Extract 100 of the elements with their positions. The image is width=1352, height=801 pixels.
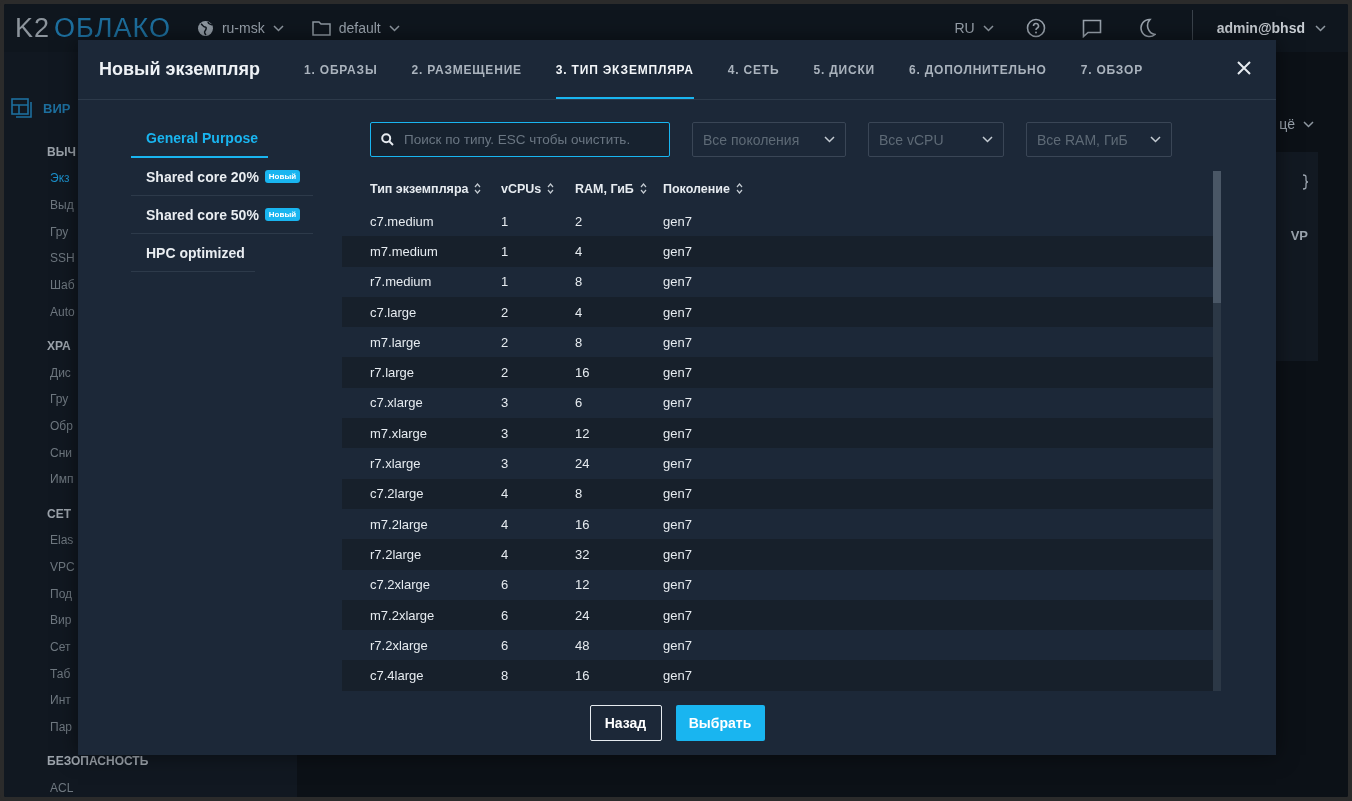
table-cell-text: c7.large [370,304,418,320]
language-selector[interactable]: RU [954,20,975,36]
sidebar-item[interactable]: Auto [50,298,75,326]
table-cell-text: gen7 [663,516,693,532]
sort-icon[interactable] [639,183,647,194]
sort-icon[interactable] [547,183,555,194]
sidebar-item[interactable]: Инт [50,687,71,715]
sidebar-section[interactable]: ВИР [43,100,71,116]
close-icon[interactable] [1237,61,1251,75]
chevron-down-icon [1150,136,1161,143]
layout-icon [11,98,33,119]
project-selector[interactable]: default [338,20,381,36]
table-cell-text: r7.2xlarge [370,637,429,653]
table-cell-text: 4 [575,304,584,320]
search-field[interactable]: Поиск по типу. ESC чтобы очистить. [370,122,670,157]
table-cell-text: 8 [575,334,584,350]
table-cell-text: gen7 [663,486,693,502]
brace-icon [1302,174,1308,190]
column-header[interactable]: vCPUs [501,181,542,196]
user-menu[interactable]: admin@bhsd [1216,20,1305,36]
filter-dropdown[interactable]: Все vCPU [868,122,1004,157]
sidebar-group-title: БЕЗОПАСНОСТЬ [47,753,149,771]
table-cell-text: 12 [575,577,591,593]
table-cell-text: c7.2xlarge [370,577,431,593]
sort-icon[interactable] [735,183,743,194]
table-cell-text: 2 [501,365,510,381]
sidebar-item[interactable]: Шаб [50,272,75,299]
table-cell-text: 16 [575,516,591,532]
chevron-down-icon [982,24,994,32]
step-tab[interactable]: 1. ОБРАЗЫ [304,40,378,99]
table-cell-text: m7.2xlarge [370,607,436,623]
table-cell-text: 8 [575,274,584,290]
sidebar-item[interactable]: Гру [50,386,69,414]
table-cell-text: 48 [575,637,591,653]
table-cell-text: gen7 [663,243,693,259]
table-cell-text: 4 [575,243,584,259]
chevron-down-icon [272,24,284,32]
column-header[interactable]: RAM, ГиБ [575,181,634,196]
table-cell-text: 3 [501,456,510,471]
scrollbar-thumb[interactable] [1213,171,1221,303]
sidebar-group-title: СЕТ [47,505,71,523]
table-cell-text: gen7 [663,607,693,623]
table-cell-text: 2 [501,334,510,350]
filter-dropdown[interactable]: Все RAM, ГиБ [1026,122,1172,157]
step-tab[interactable]: 7. ОБЗОР [1080,40,1143,99]
table-cell-text: 6 [501,577,510,593]
table-cell-text: 24 [575,607,591,623]
sidebar-item[interactable]: Гру [50,218,69,246]
sidebar-item[interactable]: Выд [50,192,74,219]
sidebar-group-title: ВЫЧ [47,143,76,161]
filter-dropdown[interactable]: Все поколения [692,122,846,157]
sidebar-item[interactable]: Таб [50,660,71,688]
step-tab[interactable]: 6. ДОПОЛНИТЕЛЬНО [908,40,1047,99]
back-button[interactable]: Назад [589,705,662,741]
sort-icon[interactable] [474,183,482,194]
select-button[interactable]: Выбрать [675,705,765,741]
table-cell-text: 3 [501,425,510,441]
sidebar-item[interactable]: Пар [50,714,72,741]
table-cell-text: 8 [575,486,584,502]
help-icon[interactable] [1025,18,1046,38]
table-cell-text: gen7 [663,668,693,684]
sidebar-item[interactable]: VPC [50,554,75,581]
category-tab[interactable]: Shared core 50% Новый [131,196,313,234]
table-cell-text: m7.medium [370,243,439,259]
sidebar-item[interactable]: Elas [50,527,74,554]
sidebar-item[interactable]: SSH [50,245,75,273]
table-cell-text: m7.xlarge [370,425,429,441]
sidebar-item[interactable]: Под [50,580,73,608]
table-cell-text: 16 [575,668,591,684]
region-selector[interactable]: ru-msk [221,20,265,36]
table-cell-text: 2 [501,304,510,320]
column-header[interactable]: Тип экземпляра [370,181,469,196]
table-cell-text: r7.xlarge [370,456,422,471]
chat-icon[interactable] [1081,18,1102,38]
moon-icon[interactable] [1137,18,1156,38]
step-tab[interactable]: 3. ТИП ЭКЗЕМПЛЯРА [555,40,694,99]
menu-label[interactable]: цё [1279,116,1295,132]
sidebar-item[interactable]: Обр [50,413,73,440]
table-cell-text: gen7 [663,395,693,411]
sidebar-item[interactable]: Имп [50,466,74,494]
sidebar-item[interactable]: ACL [50,775,74,797]
step-tab[interactable]: 4. СЕТЬ [727,40,780,99]
sidebar-item[interactable]: Вир [50,607,72,635]
table-cell-text: 2 [575,213,584,229]
table-cell-text: 8 [501,668,510,684]
sidebar-item[interactable]: Дис [50,359,71,387]
table-cell-text: 4 [501,516,510,532]
sidebar-item[interactable]: Экз [50,165,70,193]
column-header[interactable]: Поколение [663,181,730,196]
new-badge: Новый [264,170,301,183]
chevron-down-icon [824,136,835,143]
sidebar-item[interactable]: Сет [50,634,71,661]
sidebar-item[interactable]: Сни [50,439,72,467]
category-tab[interactable]: HPC optimized [131,234,255,272]
category-tab[interactable]: General Purpose [131,120,268,158]
step-tab[interactable]: 5. ДИСКИ [813,40,875,99]
table-cell-text: 6 [501,607,510,623]
logo-name: ОБЛАКО [54,12,171,44]
category-tab[interactable]: Shared core 20% Новый [131,158,313,196]
step-tab[interactable]: 2. РАЗМЕЩЕНИЕ [411,40,522,99]
